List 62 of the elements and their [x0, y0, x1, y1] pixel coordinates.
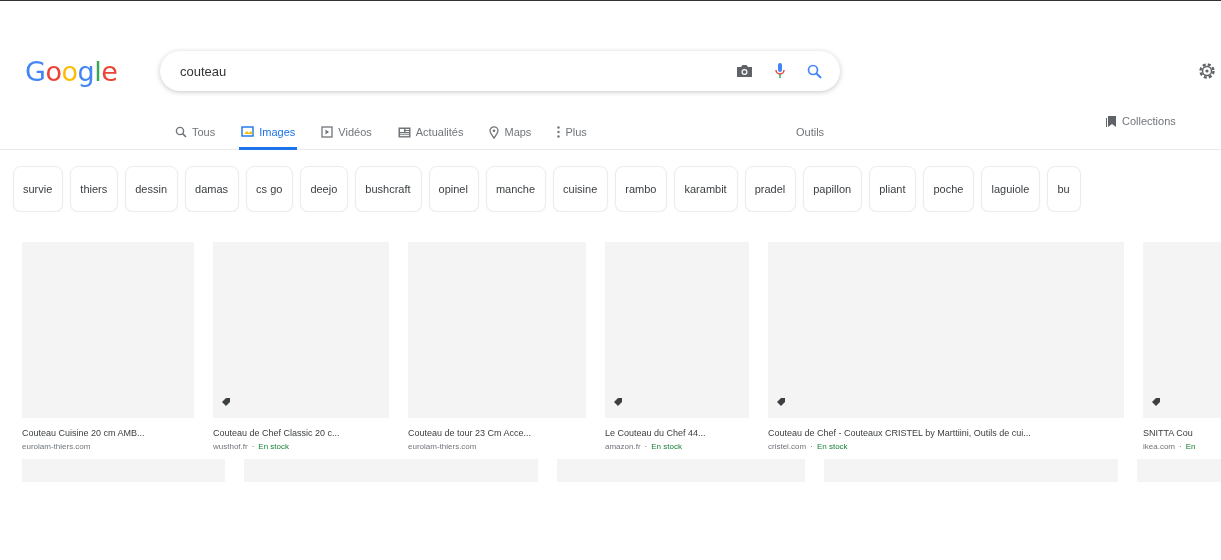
result-title[interactable]: Couteau Cuisine 20 cm AMB... [22, 428, 194, 438]
suggestion-chip[interactable]: karambit [674, 166, 738, 212]
image-icon [241, 126, 255, 138]
stock-status: En [1185, 442, 1196, 451]
result-title[interactable]: Couteau de Chef Classic 20 c... [213, 428, 389, 438]
image-placeholder[interactable] [213, 242, 389, 418]
result-source: eurolam-thiers.com [408, 442, 477, 451]
result-title[interactable]: Le Couteau du Chef 44... [605, 428, 749, 438]
image-placeholder[interactable] [605, 242, 749, 418]
search-icon[interactable] [807, 63, 822, 79]
suggestion-chip[interactable]: damas [185, 166, 240, 212]
collections-link[interactable]: Collections [1106, 115, 1176, 127]
image-placeholder[interactable] [768, 242, 1124, 418]
suggestion-chip[interactable]: cs go [246, 166, 294, 212]
tab[interactable]: Plus [555, 117, 589, 150]
search-icon [175, 126, 187, 138]
suggestion-chip[interactable]: laguiole [981, 166, 1041, 212]
stock-status: En stock [258, 442, 290, 451]
result-source: wusthof.fr [213, 442, 248, 451]
result-title[interactable]: SNITTA Cou [1143, 428, 1221, 438]
separator-dot: · [1179, 442, 1182, 451]
separator-dot: · [251, 442, 255, 451]
separator-dot: · [810, 442, 813, 451]
stock-status: En stock [816, 442, 848, 451]
search-input[interactable]: couteau [180, 63, 714, 79]
suggestion-chip[interactable]: dessin [125, 166, 179, 212]
suggestion-chip[interactable]: pliant [869, 166, 917, 212]
tab[interactable]: Maps [487, 117, 534, 150]
suggestion-chip[interactable]: papillon [803, 166, 863, 212]
newspaper-icon [397, 126, 411, 138]
suggestion-chip[interactable]: survie [13, 166, 64, 212]
suggestion-chip[interactable]: thiers [70, 166, 119, 212]
suggestion-chip[interactable]: pradel [744, 166, 797, 212]
result-title[interactable]: Couteau de Chef - Couteaux CRISTEL by Marttiini, Outils de cui... [768, 428, 1124, 438]
suggestion-chip[interactable]: cuisine [553, 166, 609, 212]
result-source: amazon.fr [605, 442, 641, 451]
microphone-icon[interactable] [775, 63, 785, 79]
bookmark-stack-icon [1106, 115, 1117, 127]
map-pin-icon [489, 125, 500, 139]
tab[interactable]: Vidéos [319, 117, 374, 150]
result-source: ikea.com [1143, 442, 1175, 451]
camera-icon[interactable] [736, 64, 753, 78]
result-source: eurolam-thiers.com [22, 442, 91, 451]
more-icon [557, 126, 561, 138]
tools-button[interactable]: Outils [796, 126, 825, 138]
suggestion-chip[interactable]: bu [1047, 166, 1081, 212]
suggestion-chip[interactable]: rambo [615, 166, 668, 212]
separator-dot: · [644, 442, 648, 451]
stock-status: En stock [651, 442, 682, 451]
play-icon [321, 126, 334, 138]
tab[interactable]: Images [239, 117, 298, 150]
suggestion-chip[interactable]: bushcraft [355, 166, 422, 212]
suggestion-chip[interactable]: manche [485, 166, 547, 212]
suggestion-chip[interactable]: opinel [428, 166, 479, 212]
suggestion-chip[interactable]: poche [923, 166, 975, 212]
settings-icon[interactable] [1197, 61, 1217, 81]
result-title[interactable]: Couteau de tour 23 Cm Acce... [408, 428, 586, 438]
result-source: cristel.com [768, 442, 807, 451]
suggestion-chip[interactable]: deejo [300, 166, 349, 212]
google-logo[interactable]: Google [25, 55, 160, 87]
tab[interactable]: Actualités [395, 117, 466, 150]
tab[interactable]: Tous [173, 117, 218, 150]
